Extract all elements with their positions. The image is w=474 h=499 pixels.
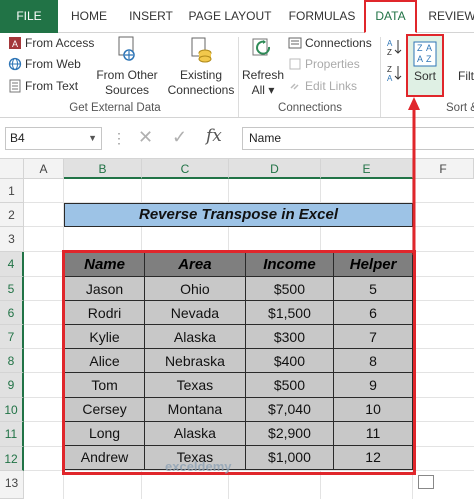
arrow-head-icon bbox=[408, 97, 420, 110]
annotation-arrow bbox=[408, 97, 420, 255]
